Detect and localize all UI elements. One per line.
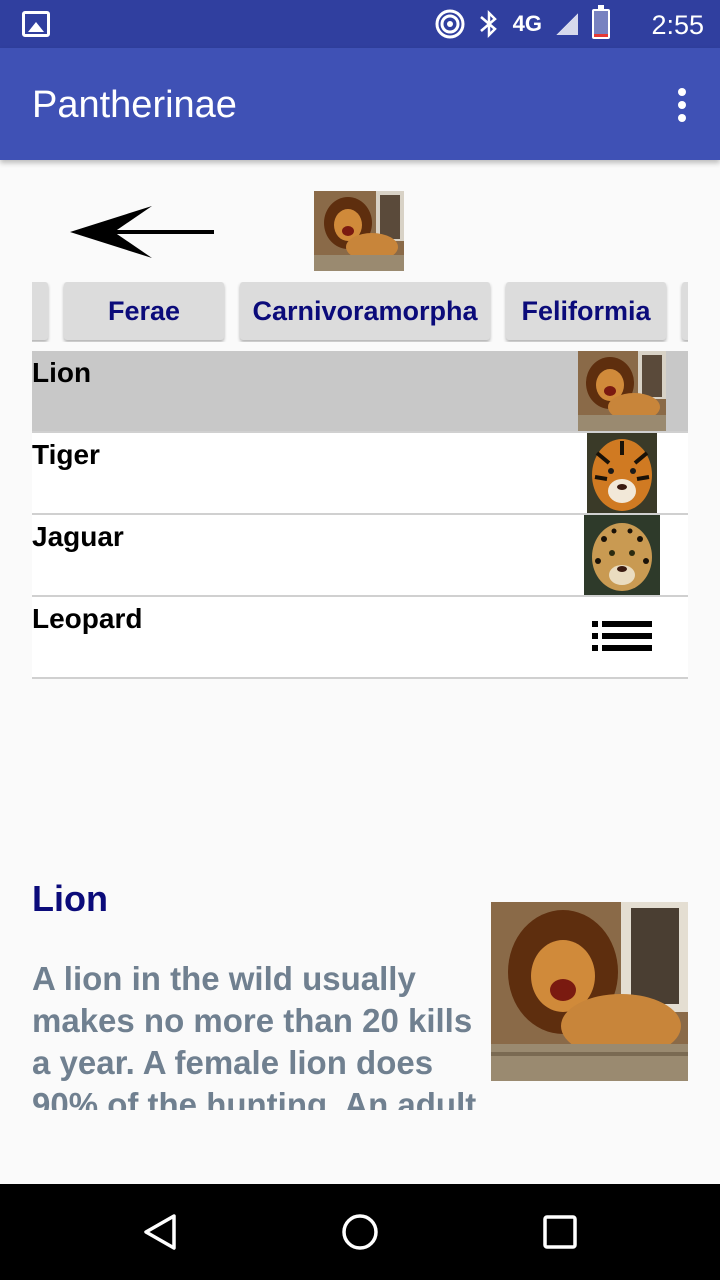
app-bar: Pantherinae <box>0 48 720 160</box>
overflow-menu-icon[interactable] <box>678 88 686 122</box>
list-item-lion[interactable]: Lion <box>32 351 688 433</box>
recents-nav-icon[interactable] <box>542 1214 578 1250</box>
header-lion-image <box>314 191 404 271</box>
list-item-label: Lion <box>32 357 92 388</box>
breadcrumb-item-previous[interactable] <box>32 282 48 340</box>
back-nav-icon[interactable] <box>140 1212 180 1252</box>
breadcrumb: Ferae Carnivoramorpha Feliformia <box>32 282 688 342</box>
status-bar: 4G 2:55 <box>0 0 720 48</box>
breadcrumb-item-feliformia[interactable]: Feliformia <box>506 282 666 340</box>
clock: 2:55 <box>651 10 704 40</box>
navigation-bar <box>0 1184 720 1280</box>
species-list: Lion Tiger Jaguar Leopard <box>32 351 688 679</box>
list-item-jaguar[interactable]: Jaguar <box>32 515 688 597</box>
lion-thumbnail <box>578 351 666 431</box>
list-item-leopard[interactable]: Leopard <box>32 597 688 679</box>
jaguar-thumbnail <box>584 515 660 595</box>
detail-title: Lion <box>32 878 108 919</box>
network-type: 4G <box>512 11 542 36</box>
signal-icon <box>556 13 578 35</box>
detail-lion-image <box>491 902 688 1081</box>
hotspot-icon <box>435 9 465 39</box>
breadcrumb-item-next[interactable] <box>682 282 688 340</box>
gallery-notification-icon <box>22 11 50 37</box>
list-item-label: Tiger <box>32 439 100 470</box>
list-item-label: Jaguar <box>32 521 124 552</box>
breadcrumb-item-ferae[interactable]: Ferae <box>64 282 224 340</box>
battery-icon <box>592 5 610 39</box>
status-icons: 4G <box>435 5 610 40</box>
home-nav-icon[interactable] <box>340 1212 380 1252</box>
breadcrumb-item-carnivoramorpha[interactable]: Carnivoramorpha <box>240 282 490 340</box>
page-title: Pantherinae <box>32 84 237 126</box>
list-item-label: Leopard <box>32 603 143 634</box>
list-icon <box>592 621 652 651</box>
detail-description: A lion in the wild usually makes no more… <box>32 960 477 1110</box>
back-arrow-icon[interactable] <box>66 204 216 260</box>
list-item-tiger[interactable]: Tiger <box>32 433 688 515</box>
tiger-thumbnail <box>587 433 657 513</box>
bluetooth-icon <box>479 9 497 39</box>
